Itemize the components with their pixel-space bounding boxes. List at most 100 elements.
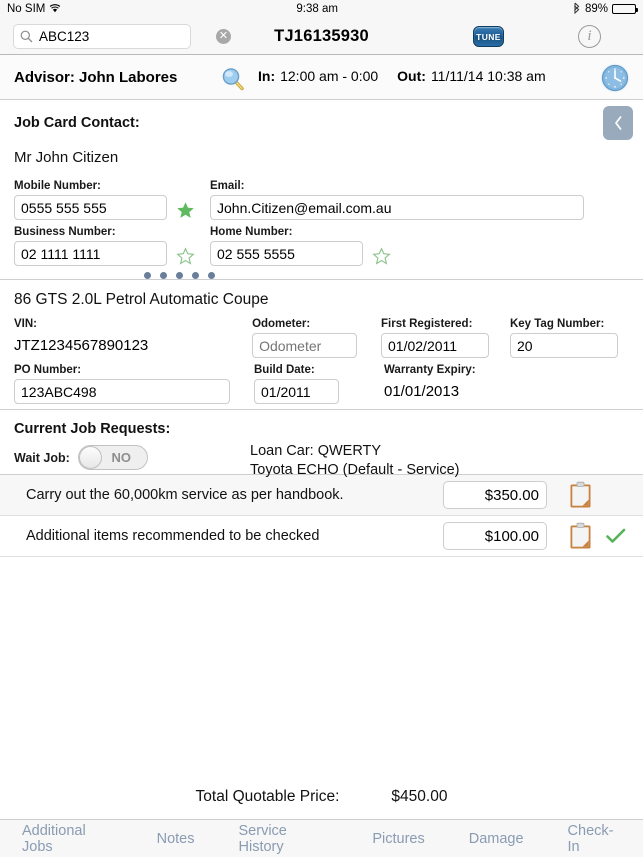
vehicle-title: 86 GTS 2.0L Petrol Automatic Coupe — [14, 291, 269, 308]
top-nav-bar: ✕ TJ16135930 TUNE i — [0, 18, 643, 55]
tab-additional-jobs[interactable]: Additional Jobs — [0, 823, 135, 855]
current-job-requests-section: Current Job Requests: Wait Job: NO Loan … — [0, 410, 643, 478]
odometer-label: Odometer: — [252, 318, 311, 330]
build-date-input[interactable] — [254, 379, 339, 404]
chevron-left-icon — [614, 116, 621, 130]
section-title-job-requests: Current Job Requests: — [14, 421, 171, 437]
job-card-contact-section: Job Card Contact: Mr John Citizen Mobile… — [0, 100, 643, 280]
warranty-expiry-cell: Warranty Expiry: 01/01/2013 — [384, 364, 544, 404]
email-input[interactable] — [210, 195, 584, 220]
advisor-name: Advisor: John Labores — [14, 68, 178, 86]
contact-fields: Mobile Number: Email: Business Number: — [14, 180, 629, 279]
vehicle-row-1: VIN: JTZ1234567890123 Odometer: First Re… — [14, 318, 629, 358]
odometer-cell: Odometer: — [252, 318, 381, 358]
clipboard-icon[interactable] — [569, 522, 592, 550]
in-value: 12:00 am - 0:00 — [280, 68, 379, 84]
business-number-label: Business Number: — [14, 226, 116, 238]
loan-car-info: Loan Car: QWERTY Toyota ECHO (Default - … — [250, 442, 460, 480]
collapse-panel-button[interactable] — [603, 106, 633, 140]
mobile-number-input[interactable] — [14, 195, 167, 220]
business-number-cell: Business Number: — [14, 226, 195, 266]
tab-check-in[interactable]: Check-In — [546, 823, 643, 855]
page-dot[interactable] — [207, 272, 215, 279]
email-label: Email: — [210, 180, 245, 192]
page-dot[interactable] — [159, 272, 167, 279]
vin-value: JTZ1234567890123 — [14, 337, 149, 354]
business-number-input[interactable] — [14, 241, 167, 266]
loan-car-line-2: Toyota ECHO (Default - Service) — [250, 462, 460, 478]
build-date-cell: Build Date: — [254, 364, 384, 404]
info-icon[interactable]: i — [578, 25, 601, 48]
toggle-knob — [78, 446, 102, 469]
vehicle-row-2: PO Number: Build Date: Warranty Expiry: … — [14, 364, 629, 404]
page-dot[interactable] — [143, 272, 151, 279]
home-number-label: Home Number: — [210, 226, 293, 238]
first-registered-input[interactable] — [381, 333, 490, 358]
out-label: Out: — [397, 68, 426, 84]
advisor-bar: Advisor: John Labores In: 12:00 am - 0:0… — [0, 55, 643, 100]
key-tag-label: Key Tag Number: — [509, 318, 605, 330]
status-clock: 9:38 am — [296, 3, 338, 15]
customer-name: Mr John Citizen — [14, 149, 119, 166]
tune-badge-icon[interactable]: TUNE — [473, 26, 504, 47]
toggle-state-label: NO — [111, 450, 132, 465]
job-request-list: Carry out the 60,000km service as per ha… — [0, 475, 643, 557]
home-number-input[interactable] — [210, 241, 363, 266]
table-row[interactable]: Additional items recommended to be check… — [0, 516, 643, 557]
job-price-input[interactable] — [443, 522, 547, 550]
clipboard-icon[interactable] — [569, 481, 592, 509]
wait-job-label: Wait Job: — [14, 450, 70, 465]
key-tag-cell: Key Tag Number: — [509, 318, 629, 358]
po-number-input[interactable] — [14, 379, 230, 404]
first-registered-cell: First Registered: — [381, 318, 510, 358]
clock-icon[interactable] — [599, 62, 631, 94]
battery-percent-label: 89% — [584, 3, 608, 15]
green-check-icon — [603, 528, 629, 544]
contact-field-row: Mobile Number: Email: — [14, 180, 629, 220]
tab-pictures[interactable]: Pictures — [350, 831, 446, 847]
page-dots[interactable] — [14, 272, 344, 279]
status-right: 89% — [573, 2, 638, 17]
vehicle-details-section: 86 GTS 2.0L Petrol Automatic Coupe VIN: … — [0, 280, 643, 410]
total-label: Total Quotable Price: — [195, 787, 340, 805]
email-cell: Email: — [210, 180, 629, 220]
bluetooth-icon — [573, 2, 581, 17]
magnifier-icon[interactable] — [220, 66, 246, 92]
tab-damage[interactable]: Damage — [447, 831, 546, 847]
star-filled-icon[interactable] — [176, 201, 195, 220]
wifi-icon — [49, 3, 61, 16]
total-quotable-price-row: Total Quotable Price: $450.00 — [0, 774, 643, 820]
tab-service-history[interactable]: Service History — [217, 823, 351, 855]
home-number-cell: Home Number: — [210, 226, 410, 266]
app-screen: No SIM 9:38 am 89% ✕ TJ16135930 TUNE i — [0, 0, 643, 857]
key-tag-input[interactable] — [509, 333, 618, 358]
vin-label: VIN: — [14, 318, 37, 330]
po-number-cell: PO Number: — [14, 364, 254, 404]
in-label: In: — [258, 68, 276, 84]
warranty-expiry-value: 01/01/2013 — [384, 383, 460, 400]
odometer-input[interactable] — [252, 333, 358, 358]
wait-job-toggle[interactable]: NO — [77, 445, 148, 470]
table-row[interactable]: Carry out the 60,000km service as per ha… — [0, 475, 643, 516]
out-value: 11/11/14 10:38 am — [430, 68, 546, 84]
job-description: Additional items recommended to be check… — [26, 528, 320, 544]
bottom-tab-bar: Additional Jobs Notes Service History Pi… — [0, 820, 643, 857]
in-out-times: In: 12:00 am - 0:00 Out: 11/11/14 10:38 … — [258, 68, 546, 84]
vin-cell: VIN: JTZ1234567890123 — [14, 318, 252, 358]
star-outline-icon[interactable] — [372, 247, 391, 266]
ios-status-bar: No SIM 9:38 am 89% — [0, 0, 643, 18]
job-price-input[interactable] — [443, 481, 547, 509]
mobile-number-label: Mobile Number: — [14, 180, 101, 192]
first-registered-label: First Registered: — [381, 318, 473, 330]
battery-icon — [612, 4, 638, 14]
tab-notes[interactable]: Notes — [135, 831, 217, 847]
warranty-expiry-label: Warranty Expiry: — [384, 364, 476, 376]
build-date-label: Build Date: — [254, 364, 315, 376]
po-number-label: PO Number: — [14, 364, 82, 376]
page-title: TJ16135930 — [274, 26, 369, 45]
star-outline-icon[interactable] — [176, 247, 195, 266]
carrier-label: No SIM — [7, 3, 46, 15]
page-dot[interactable] — [191, 272, 199, 279]
page-dot[interactable] — [175, 272, 183, 279]
contact-field-row: Business Number: Home Number: — [14, 226, 629, 266]
